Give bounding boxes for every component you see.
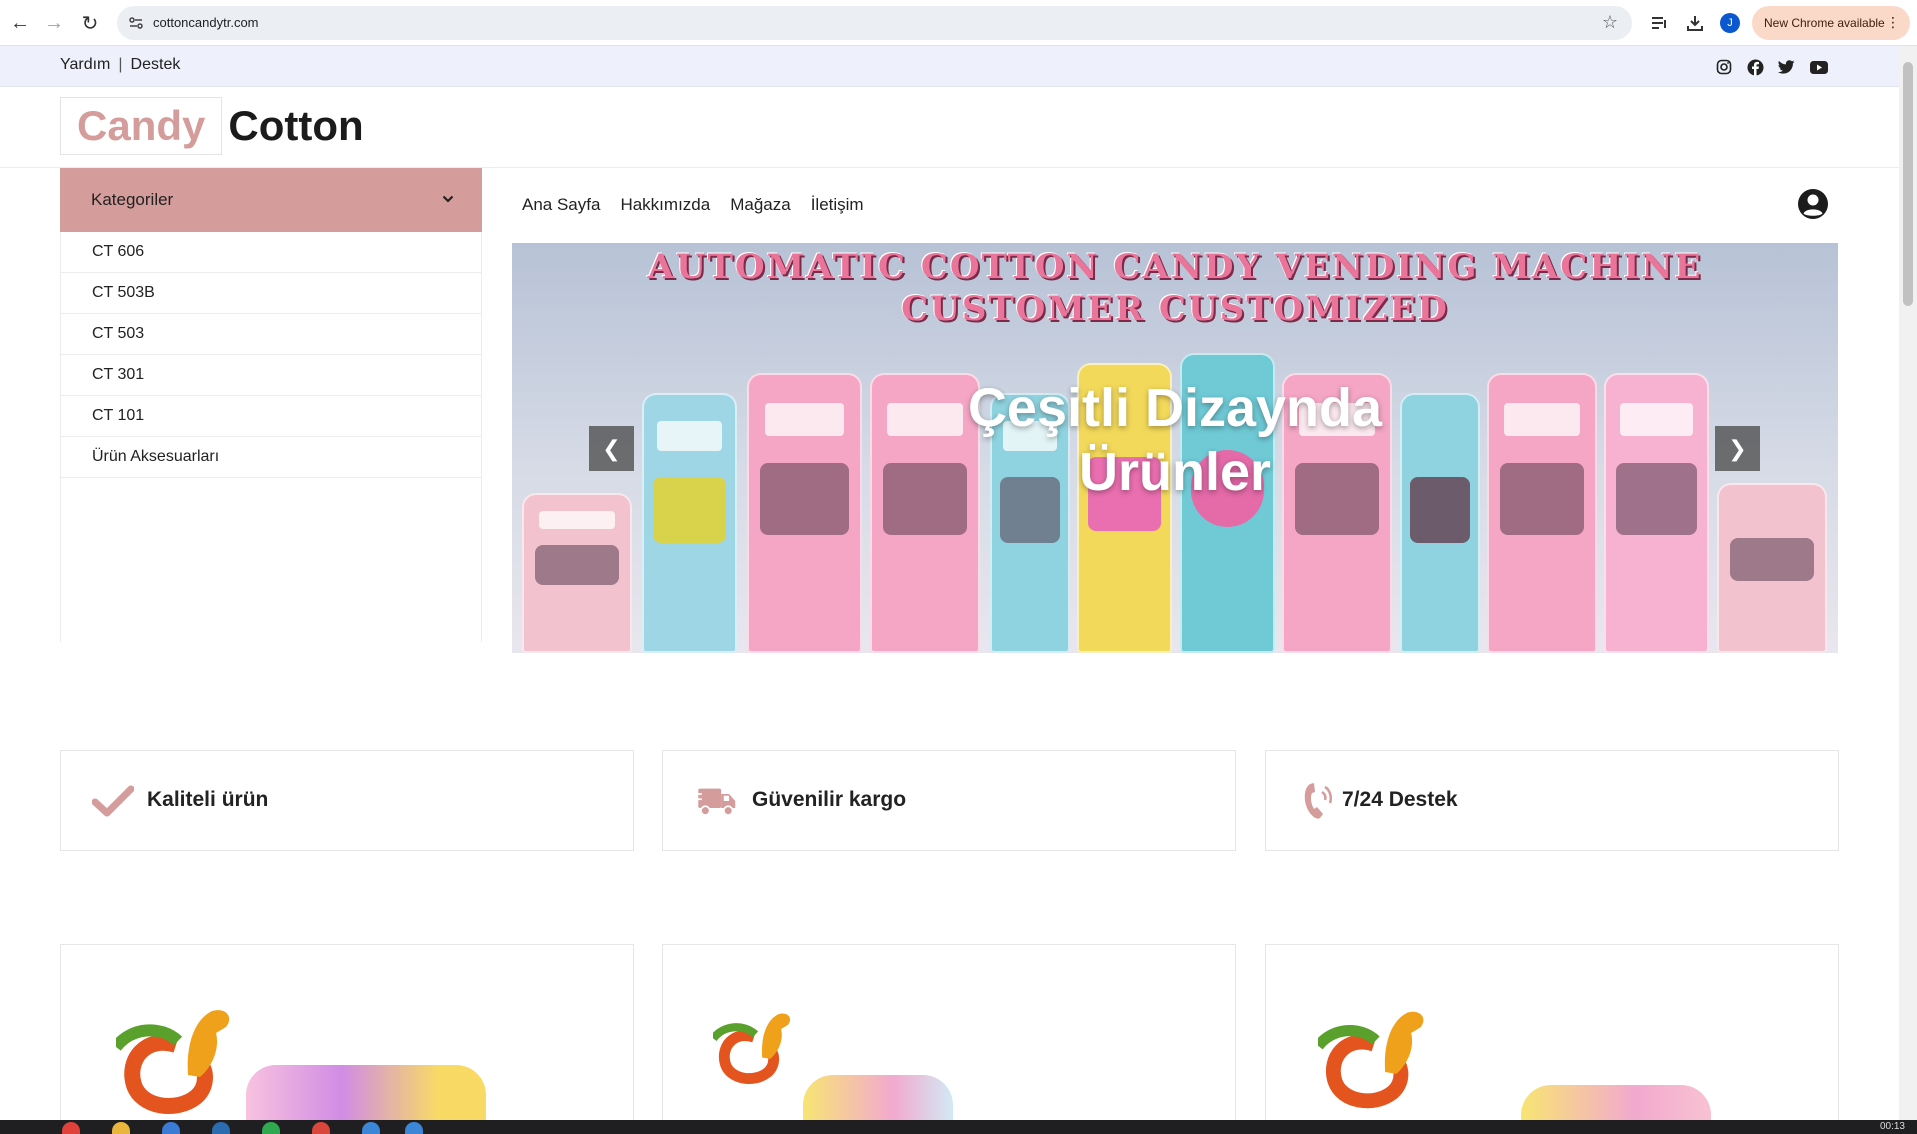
instagram-icon[interactable] — [1714, 57, 1734, 77]
site-header: Candy Cotton — [0, 87, 1899, 168]
download-icon[interactable] — [1683, 11, 1707, 35]
banner-line-1: AUTOMATIC COTTON CANDY VENDING MACHINE — [647, 247, 1703, 287]
category-item[interactable]: Ürün Aksesuarları — [61, 437, 481, 478]
top-info-bar: Yardım | Destek — [0, 46, 1899, 87]
category-item[interactable]: CT 503 — [61, 314, 481, 355]
taskbar-app-icon[interactable] — [212, 1122, 230, 1134]
brand-logo-image — [116, 1010, 230, 1115]
profile-avatar[interactable]: J — [1720, 13, 1740, 33]
page-scrollbar[interactable] — [1899, 46, 1917, 1120]
nav-shop[interactable]: Mağaza — [730, 195, 790, 215]
slider-next-button[interactable]: ❯ — [1715, 426, 1760, 471]
banner-line-2: CUSTOMER CUSTOMIZED — [901, 289, 1449, 329]
nav-about[interactable]: Hakkımızda — [620, 195, 710, 215]
nav-contact[interactable]: İletişim — [811, 195, 864, 215]
brand-logo-image — [713, 1013, 791, 1084]
feature-support: 7/24 Destek — [1265, 750, 1839, 851]
slide-caption-line-2: Ürünler — [1078, 442, 1272, 502]
user-account-icon[interactable] — [1797, 188, 1829, 220]
brand-logo-image — [1318, 1011, 1424, 1109]
site-info-icon[interactable] — [127, 14, 145, 32]
taskbar-app-icon[interactable] — [262, 1122, 280, 1134]
machine-image — [522, 493, 632, 653]
product-card[interactable] — [60, 944, 634, 1134]
hero-slider: AUTOMATIC COTTON CANDY VENDING MACHINE C… — [512, 243, 1838, 653]
taskbar-app-icon[interactable] — [162, 1122, 180, 1134]
help-link[interactable]: Yardım — [60, 56, 110, 74]
truck-icon — [693, 781, 737, 821]
back-icon[interactable]: ← — [6, 9, 34, 37]
machine-image — [1717, 483, 1827, 653]
chevron-down-icon — [442, 190, 454, 206]
nav-home[interactable]: Ana Sayfa — [522, 195, 600, 215]
scrollbar-thumb[interactable] — [1903, 62, 1913, 306]
logo-word-cotton: Cotton — [228, 102, 364, 149]
check-icon — [91, 781, 135, 821]
update-label: New Chrome available — [1764, 16, 1885, 30]
slider-prev-button[interactable]: ❮ — [589, 426, 634, 471]
os-taskbar: 00:13 — [0, 1120, 1917, 1134]
facebook-icon[interactable] — [1745, 57, 1765, 77]
taskbar-app-icon[interactable] — [312, 1122, 330, 1134]
category-item[interactable]: CT 606 — [61, 232, 481, 273]
phone-icon — [1296, 781, 1340, 821]
browser-toolbar: ← → ↻ cottoncandytr.com ☆ J New Chrome a… — [0, 0, 1917, 46]
feature-label: 7/24 Destek — [1342, 788, 1458, 811]
feature-label: Güvenilir kargo — [752, 788, 907, 811]
forward-icon[interactable]: → — [40, 9, 68, 37]
link-separator: | — [118, 56, 123, 73]
slide-caption-line-1: Çeşitli Dizaynda — [967, 378, 1383, 438]
taskbar-app-icon[interactable] — [112, 1122, 130, 1134]
media-controls-icon[interactable] — [1648, 11, 1672, 35]
logo-word-candy: Candy — [60, 97, 223, 155]
categories-dropdown[interactable]: Kategoriler — [60, 168, 482, 232]
taskbar-clock: 00:13 — [1879, 1121, 1905, 1132]
category-item[interactable]: CT 101 — [61, 396, 481, 437]
categories-title: Kategoriler — [91, 190, 174, 209]
taskbar-app-icon[interactable] — [405, 1122, 423, 1134]
feature-label: Kaliteli ürün — [147, 788, 269, 811]
bookmark-star-icon[interactable]: ☆ — [1602, 12, 1618, 33]
update-chrome-button[interactable]: New Chrome available ⋮ — [1752, 6, 1910, 40]
site-logo[interactable]: Candy Cotton — [60, 97, 364, 155]
main-navigation: Ana Sayfa Hakkımızda Mağaza İletişim — [522, 195, 864, 215]
address-bar[interactable]: cottoncandytr.com ☆ — [117, 6, 1632, 40]
category-item[interactable]: CT 503B — [61, 273, 481, 314]
product-card[interactable] — [1265, 944, 1839, 1134]
taskbar-app-icon[interactable] — [62, 1122, 80, 1134]
url-text[interactable]: cottoncandytr.com — [153, 15, 259, 30]
support-link[interactable]: Destek — [131, 56, 181, 74]
reload-icon[interactable]: ↻ — [76, 9, 104, 37]
feature-shipping: Güvenilir kargo — [662, 750, 1236, 851]
product-card[interactable] — [662, 944, 1236, 1134]
taskbar-app-icon[interactable] — [362, 1122, 380, 1134]
category-item[interactable]: CT 301 — [61, 355, 481, 396]
twitter-icon[interactable] — [1776, 57, 1796, 77]
youtube-icon[interactable] — [1809, 57, 1829, 77]
categories-list: CT 606 CT 503B CT 503 CT 301 CT 101 Ürün… — [60, 232, 482, 642]
menu-dots-icon[interactable]: ⋮ — [1886, 14, 1900, 31]
feature-quality: Kaliteli ürün — [60, 750, 634, 851]
